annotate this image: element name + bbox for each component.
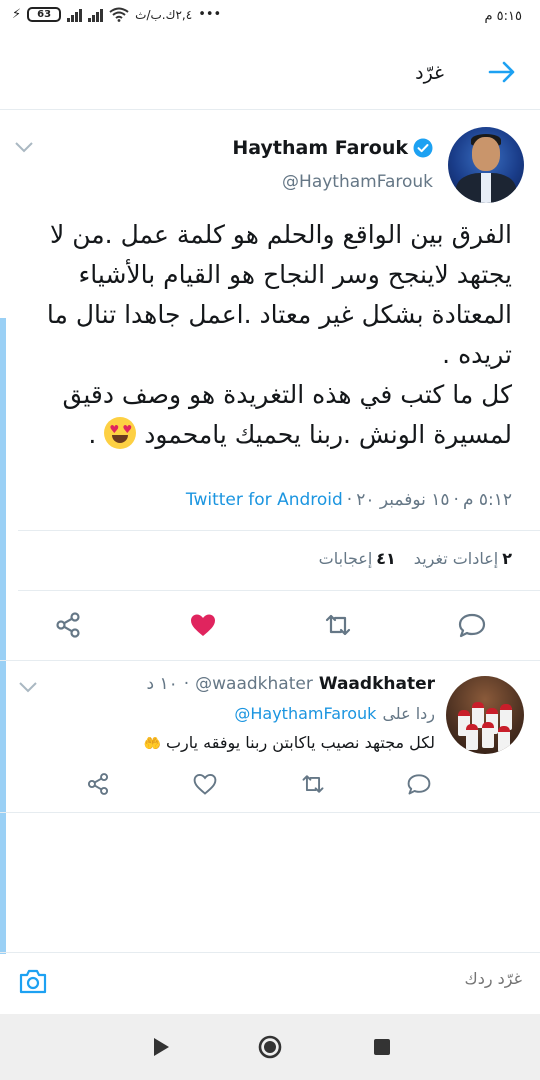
retweets-stat[interactable]: ٢إعادات تغريد	[414, 549, 512, 568]
likes-stat[interactable]: ٤١إعجابات	[319, 549, 396, 568]
likes-count: ٤١	[376, 549, 396, 568]
share-icon[interactable]	[85, 771, 111, 797]
reply-actions	[0, 771, 540, 797]
tweet-body: الفرق بين الواقع والحلم هو كلمة عمل .من …	[46, 220, 512, 449]
divider	[0, 812, 540, 813]
status-time: ٥:١٥ م	[484, 9, 522, 24]
divider	[18, 590, 540, 591]
divider	[18, 530, 540, 531]
reply-composer	[0, 952, 540, 1014]
reply-text: لكل مجتهد نصيب ياكابتن ربنا يوفقه يارب 🤲	[143, 733, 435, 752]
retweet-icon[interactable]	[323, 610, 353, 640]
tweet-stats: ٢إعادات تغريد ٤١إعجابات	[319, 549, 512, 568]
reply-input[interactable]	[222, 969, 522, 988]
author-avatar[interactable]	[448, 127, 524, 203]
home-circle-icon[interactable]	[257, 1034, 283, 1060]
tweet-source-link[interactable]: Twitter for Android	[186, 490, 343, 510]
signal-icon-2	[88, 8, 104, 22]
author-name[interactable]: Haytham Farouk	[232, 137, 408, 159]
signal-icon	[67, 8, 83, 22]
chevron-down-icon[interactable]	[14, 140, 34, 154]
tweet-actions	[0, 610, 540, 642]
reply-body: لكل مجتهد نصيب ياكابتن ربنا يوفقه يارب	[165, 733, 435, 752]
retweet-icon[interactable]	[300, 771, 326, 797]
charging-icon: ⚡	[12, 7, 22, 22]
system-nav-bar	[0, 1014, 540, 1080]
arrow-right-icon[interactable]	[484, 54, 520, 90]
reply-icon[interactable]	[457, 610, 487, 640]
tweet-meta: ٥:١٢ م · ١٥ نوفمبر ٢٠ · Twitter for Andr…	[186, 490, 512, 510]
battery-icon: 63	[27, 7, 62, 22]
battery-level: 63	[37, 9, 52, 20]
like-heart-icon[interactable]	[188, 610, 218, 640]
reply-header[interactable]: Waadkhater @waadkhater · ١٠ د	[146, 674, 435, 694]
reply-time: ١٠ د	[146, 674, 178, 694]
verified-badge-icon	[413, 138, 433, 158]
replying-to: ردا على @HaythamFarouk	[234, 704, 435, 723]
meta-separator: ·	[183, 674, 190, 694]
recents-square-icon[interactable]	[369, 1034, 395, 1060]
replying-to-handle[interactable]: @HaythamFarouk	[234, 704, 376, 723]
wifi-icon	[109, 7, 129, 22]
status-indicators: ⚡ 63 ٢,٤ك.ب/ث •••	[12, 7, 221, 22]
status-dots: •••	[198, 7, 222, 22]
raised-hands-emoji-icon: 🤲	[143, 736, 161, 752]
author-name-row[interactable]: Haytham Farouk	[232, 137, 433, 159]
like-heart-outline-icon[interactable]	[192, 771, 218, 797]
status-bar: ⚡ 63 ٢,٤ك.ب/ث ••• ٥:١٥ م	[0, 0, 540, 34]
tweet-time: ٥:١٢ م	[462, 490, 512, 510]
header: غرّد	[0, 34, 540, 110]
retweets-count: ٢	[502, 549, 512, 568]
network-speed: ٢,٤ك.ب/ث	[135, 7, 193, 22]
tweet-date: ١٥ نوفمبر ٢٠	[356, 490, 450, 510]
divider	[0, 660, 540, 661]
meta-separator: ·	[453, 490, 459, 510]
replying-to-label: ردا على	[382, 704, 435, 723]
camera-icon[interactable]	[18, 967, 48, 995]
reply-author-name[interactable]: Waadkhater	[319, 674, 435, 694]
meta-separator-2: ·	[346, 490, 353, 510]
heart-eyes-emoji-icon: ♥ ♥	[104, 417, 137, 449]
share-icon[interactable]	[53, 610, 83, 640]
page-title: غرّد	[415, 62, 444, 84]
retweets-label: إعادات تغريد	[413, 549, 499, 568]
likes-label: إعجابات	[318, 549, 373, 568]
reply-avatar[interactable]	[446, 676, 524, 754]
reply-author-handle[interactable]: @waadkhater	[195, 674, 313, 694]
author-handle[interactable]: @HaythamFarouk	[282, 172, 433, 192]
tweet-text: الفرق بين الواقع والحلم هو كلمة عمل .من …	[46, 220, 512, 449]
chevron-down-icon[interactable]	[18, 680, 38, 694]
reply-icon[interactable]	[406, 771, 432, 797]
back-triangle-icon[interactable]	[148, 1034, 174, 1060]
